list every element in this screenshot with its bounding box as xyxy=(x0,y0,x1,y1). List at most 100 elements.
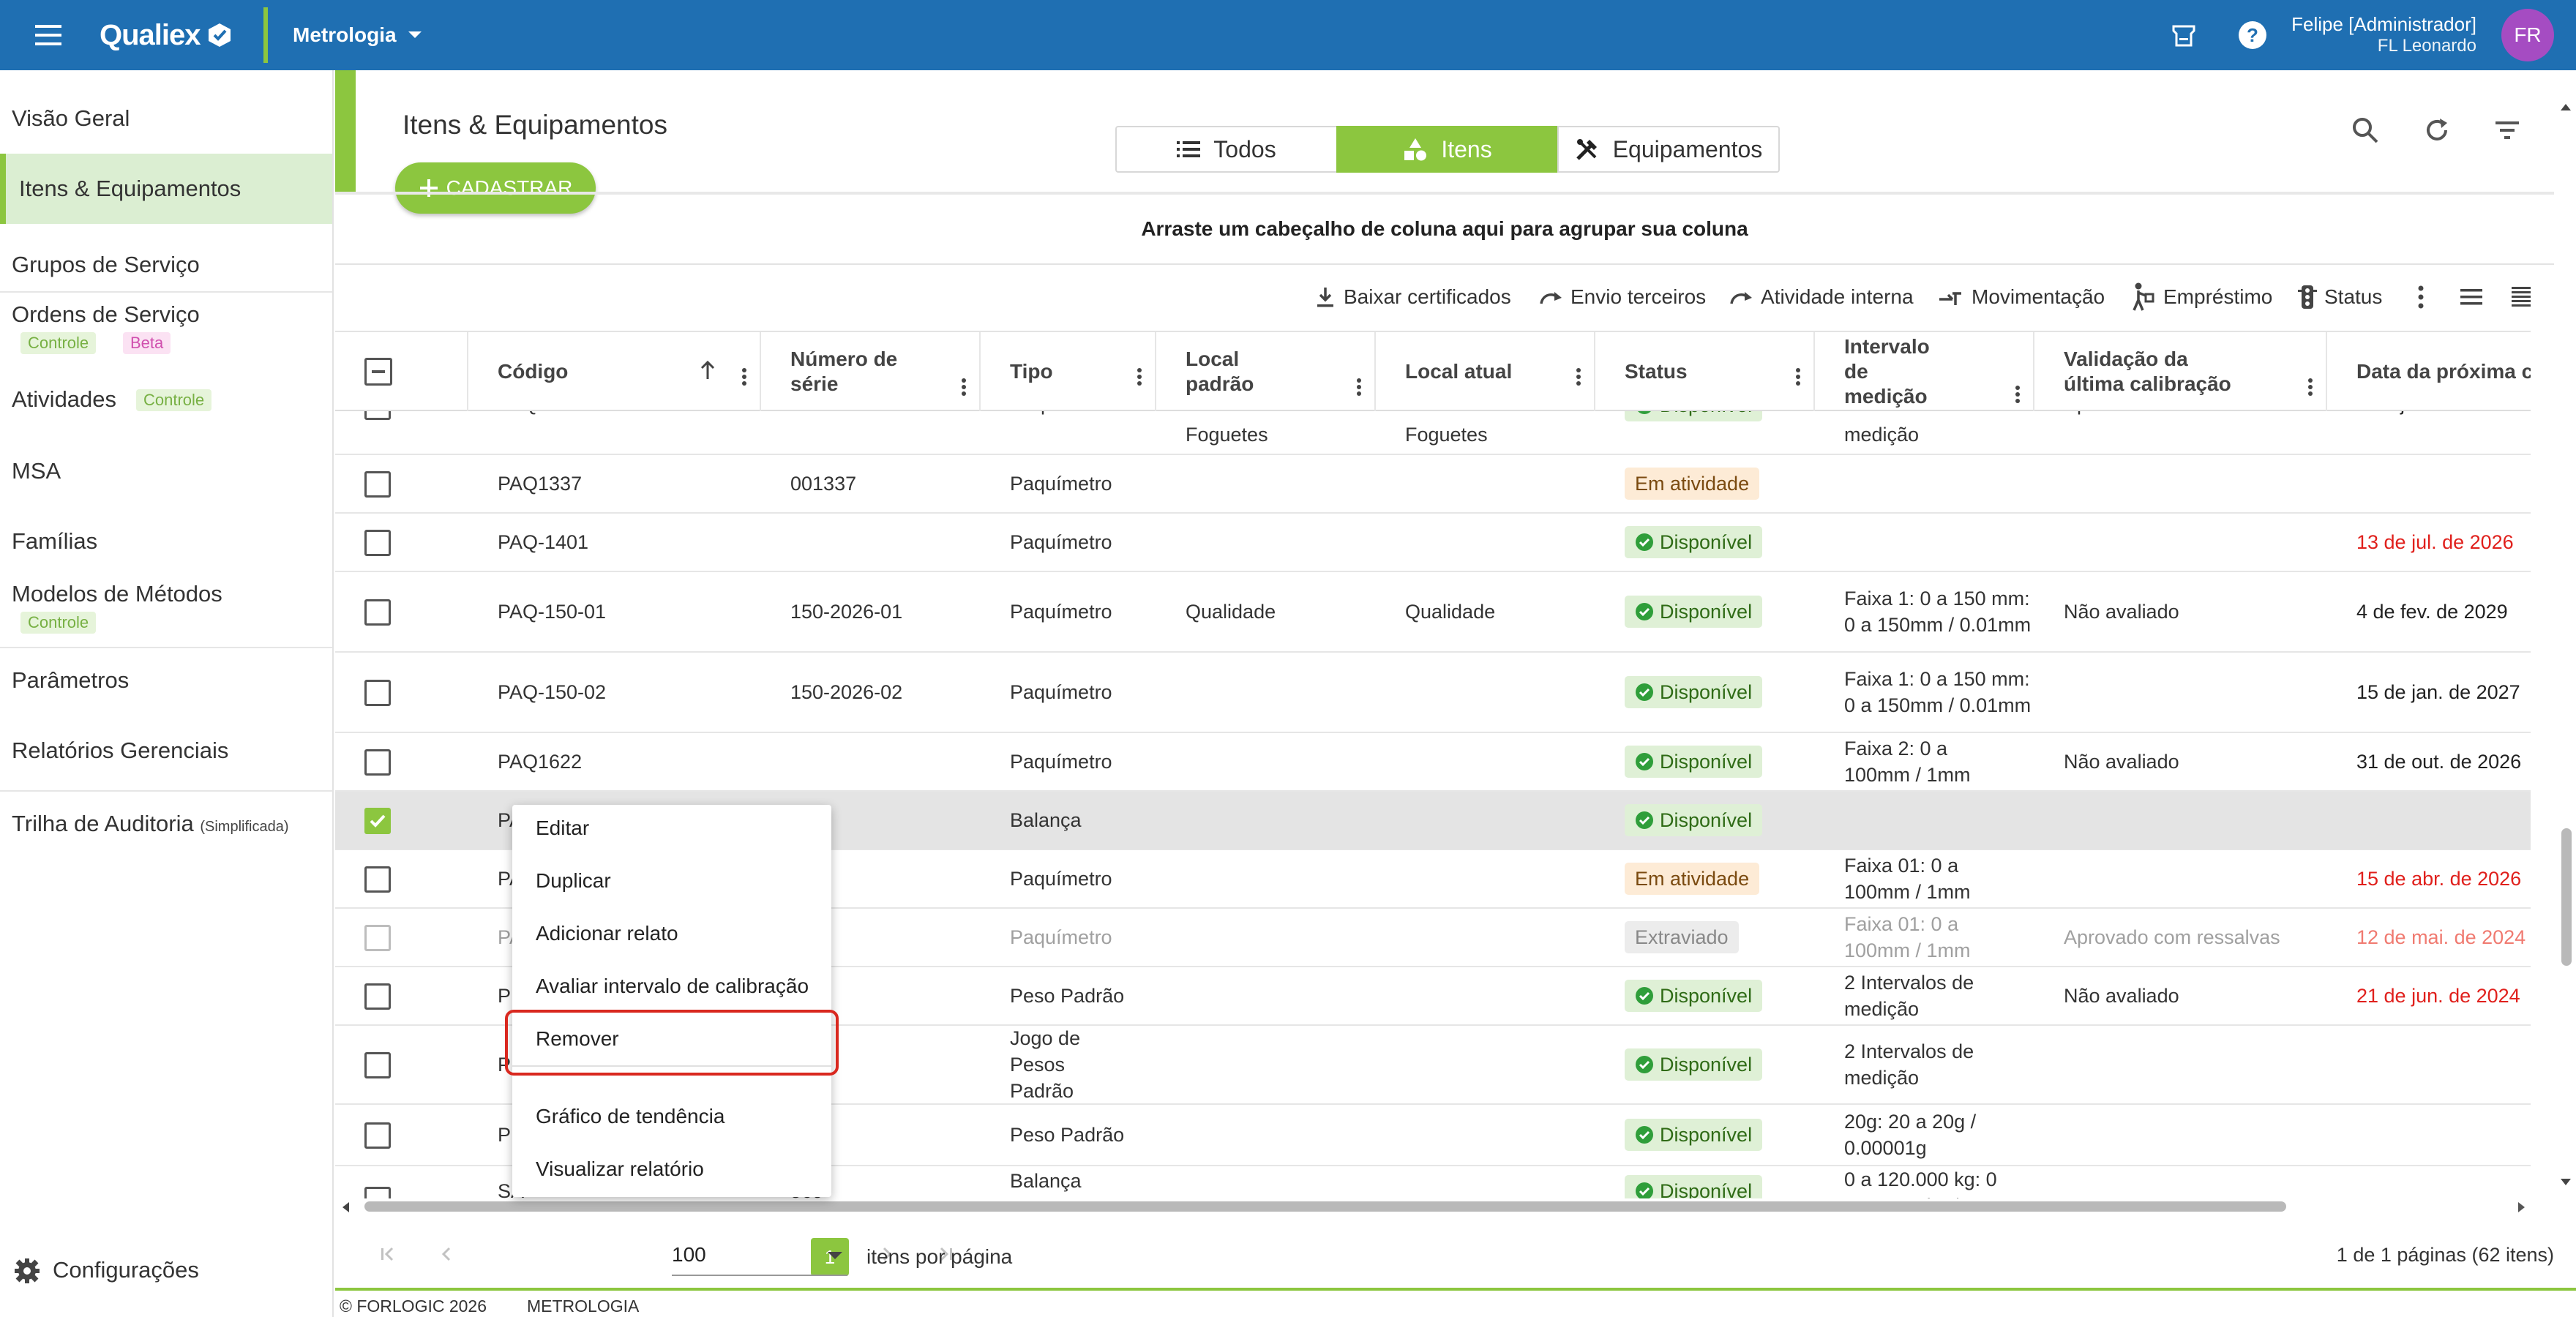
row-checkbox-checked[interactable] xyxy=(364,808,391,834)
column-menu-icon[interactable] xyxy=(741,367,748,386)
select-all-checkbox[interactable] xyxy=(364,358,392,386)
menu-item-editar[interactable]: Editar xyxy=(536,817,589,840)
toolbar-label: Envio terceiros xyxy=(1570,285,1707,308)
tab-itens[interactable]: Itens xyxy=(1336,126,1559,173)
column-menu-icon[interactable] xyxy=(1136,367,1143,386)
sidebar-item-ordens-servico[interactable]: Ordens de Serviço Controle Beta xyxy=(0,294,332,370)
column-header-proxima-data[interactable]: Data da próxima ca xyxy=(2327,332,2531,411)
table-row[interactable]: PAQ-150-01 150-2026-01 Paquímetro Qualid… xyxy=(335,572,2531,653)
row-checkbox[interactable] xyxy=(364,1052,391,1078)
cell-interval: Faixa 1: 0 a 150 mm: 0 a 150mm / 0.01mm xyxy=(1844,588,2032,636)
send-third-party-button[interactable]: Envio terceiros xyxy=(1538,275,1706,319)
row-checkbox[interactable] xyxy=(364,471,391,498)
menu-item-visualizar-relatorio[interactable]: Visualizar relatório xyxy=(536,1157,704,1181)
column-header-intervalo[interactable]: Intervalo de medição xyxy=(1815,332,2034,411)
table-row[interactable]: PAQ-150-02 150-2026-02 Paquímetro Dispon… xyxy=(335,653,2531,733)
menu-item-grafico-tendencia[interactable]: Gráfico de tendência xyxy=(536,1105,724,1128)
sidebar-item-msa[interactable]: MSA xyxy=(0,443,332,509)
density-compact-icon[interactable] xyxy=(2510,275,2532,319)
sidebar-item-grupos-servico[interactable]: Grupos de Serviço xyxy=(0,227,332,297)
user-info[interactable]: Felipe [Administrador] FL Leonardo xyxy=(2291,13,2476,57)
page-size-value: 100 xyxy=(672,1243,706,1266)
column-header-local-atual[interactable]: Local atual xyxy=(1376,332,1595,411)
group-panel[interactable]: Arraste um cabeçalho de coluna aqui para… xyxy=(335,195,2554,265)
column-header-tipo[interactable]: Tipo xyxy=(981,332,1156,411)
row-checkbox[interactable] xyxy=(364,925,391,951)
tab-equipamentos[interactable]: Equipamentos xyxy=(1557,126,1780,173)
gear-icon xyxy=(13,1257,41,1285)
internal-activity-button[interactable]: Atividade interna xyxy=(1729,275,1914,319)
download-certificates-button[interactable]: Baixar certificados xyxy=(1314,275,1511,319)
table-row[interactable]: PAQ1622 Paquímetro Disponível Faixa 2: 0… xyxy=(335,733,2531,792)
column-header-validacao[interactable]: Validação da última calibração xyxy=(2034,332,2327,411)
cell-type: Jogo de Pesos Padrão xyxy=(1010,1027,1081,1102)
sidebar-item-parametros[interactable]: Parâmetros xyxy=(0,650,332,720)
row-checkbox[interactable] xyxy=(364,599,391,626)
table-row[interactable]: PAQ1337 001337 Paquímetro Em atividade xyxy=(335,455,2531,514)
column-menu-icon[interactable] xyxy=(1355,378,1363,397)
row-checkbox[interactable] xyxy=(364,1187,391,1198)
brand-logo[interactable]: Qualiex xyxy=(100,15,233,56)
table-row[interactable]: PAQ010 0010 Paquímetro Foguetes Foguetes… xyxy=(335,411,2531,455)
row-checkbox[interactable] xyxy=(364,983,391,1010)
cell-type: Paquímetro xyxy=(1010,751,1112,773)
cell-next-date: 21 de jun. de 2024 xyxy=(2356,985,2520,1007)
settings-link[interactable]: Configurações xyxy=(0,1244,332,1295)
module-selector[interactable]: Metrologia xyxy=(293,18,423,53)
row-checkbox[interactable] xyxy=(364,749,391,776)
first-page-icon[interactable] xyxy=(372,1238,404,1270)
sidebar-item-itens-equipamentos[interactable]: Itens & Equipamentos xyxy=(0,154,332,224)
movement-button[interactable]: Movimentação xyxy=(1938,275,2105,319)
menu-icon[interactable] xyxy=(31,18,66,53)
column-header-serie[interactable]: Número de série xyxy=(761,332,981,411)
filter-icon[interactable] xyxy=(2487,110,2528,151)
row-checkbox[interactable] xyxy=(364,866,391,893)
more-options-icon[interactable] xyxy=(2415,275,2427,319)
menu-item-adicionar-relato[interactable]: Adicionar relato xyxy=(536,922,678,945)
column-header-codigo[interactable]: Código xyxy=(468,332,761,411)
row-checkbox[interactable] xyxy=(364,411,391,420)
refresh-icon[interactable] xyxy=(2416,110,2457,151)
store-icon[interactable] xyxy=(2165,16,2203,54)
page-size-select[interactable]: 100 xyxy=(672,1235,847,1276)
menu-item-duplicar[interactable]: Duplicar xyxy=(536,869,611,893)
table-row[interactable]: PAQ-1401 Paquímetro Disponível 13 de jul… xyxy=(335,514,2531,572)
cell-status: Disponível xyxy=(1625,411,1763,454)
loan-button[interactable]: Empréstimo xyxy=(2130,275,2272,319)
sidebar: Visão Geral Itens & Equipamentos Grupos … xyxy=(0,70,334,1317)
row-checkbox[interactable] xyxy=(364,530,391,556)
group-panel-hint: Arraste um cabeçalho de coluna aqui para… xyxy=(1141,217,1748,240)
row-checkbox[interactable] xyxy=(364,680,391,706)
search-icon[interactable] xyxy=(2345,110,2386,151)
column-menu-icon[interactable] xyxy=(960,378,967,397)
sidebar-item-atividades[interactable]: Atividades Controle xyxy=(0,373,332,438)
column-header-local-padrao[interactable]: Local padrão xyxy=(1156,332,1376,411)
density-comfortable-icon[interactable] xyxy=(2459,275,2484,319)
sidebar-item-modelos-metodos-area[interactable]: Modelos de Métodos Controle xyxy=(0,579,332,648)
horizontal-scroll-thumb[interactable] xyxy=(364,1201,2286,1212)
help-icon[interactable]: ? xyxy=(2234,16,2272,54)
avatar[interactable]: FR xyxy=(2501,9,2554,61)
vertical-scroll-thumb[interactable] xyxy=(2561,828,2572,966)
column-header-status[interactable]: Status xyxy=(1595,332,1815,411)
column-menu-icon[interactable] xyxy=(2307,378,2314,397)
column-menu-icon[interactable] xyxy=(2014,385,2021,404)
tab-todos[interactable]: Todos xyxy=(1115,126,1338,173)
check-circle-icon xyxy=(1636,683,1653,701)
sidebar-item-relatorios[interactable]: Relatórios Gerenciais xyxy=(0,720,332,790)
sidebar-item-trilha-auditoria[interactable]: Trilha de Auditoria (Simplificada) xyxy=(0,793,332,863)
row-checkbox[interactable] xyxy=(364,1122,391,1149)
user-company: FL Leonardo xyxy=(2377,36,2476,56)
status-badge: Disponível xyxy=(1625,1119,1763,1151)
vertical-scrollbar[interactable] xyxy=(2554,95,2576,1200)
sort-ascending-icon[interactable] xyxy=(700,360,716,380)
column-menu-icon[interactable] xyxy=(1794,367,1802,386)
menu-item-avaliar-intervalo[interactable]: Avaliar intervalo de calibração xyxy=(536,975,809,998)
column-menu-icon[interactable] xyxy=(1575,367,1582,386)
cell-status: Disponível xyxy=(1625,967,1763,1024)
sidebar-item-visao-geral[interactable]: Visão Geral xyxy=(0,92,332,142)
brand-name: Qualiex xyxy=(100,18,201,51)
status-button[interactable]: Status xyxy=(2298,275,2382,319)
sidebar-item-familias[interactable]: Famílias xyxy=(0,514,332,579)
previous-page-icon[interactable] xyxy=(430,1238,463,1270)
